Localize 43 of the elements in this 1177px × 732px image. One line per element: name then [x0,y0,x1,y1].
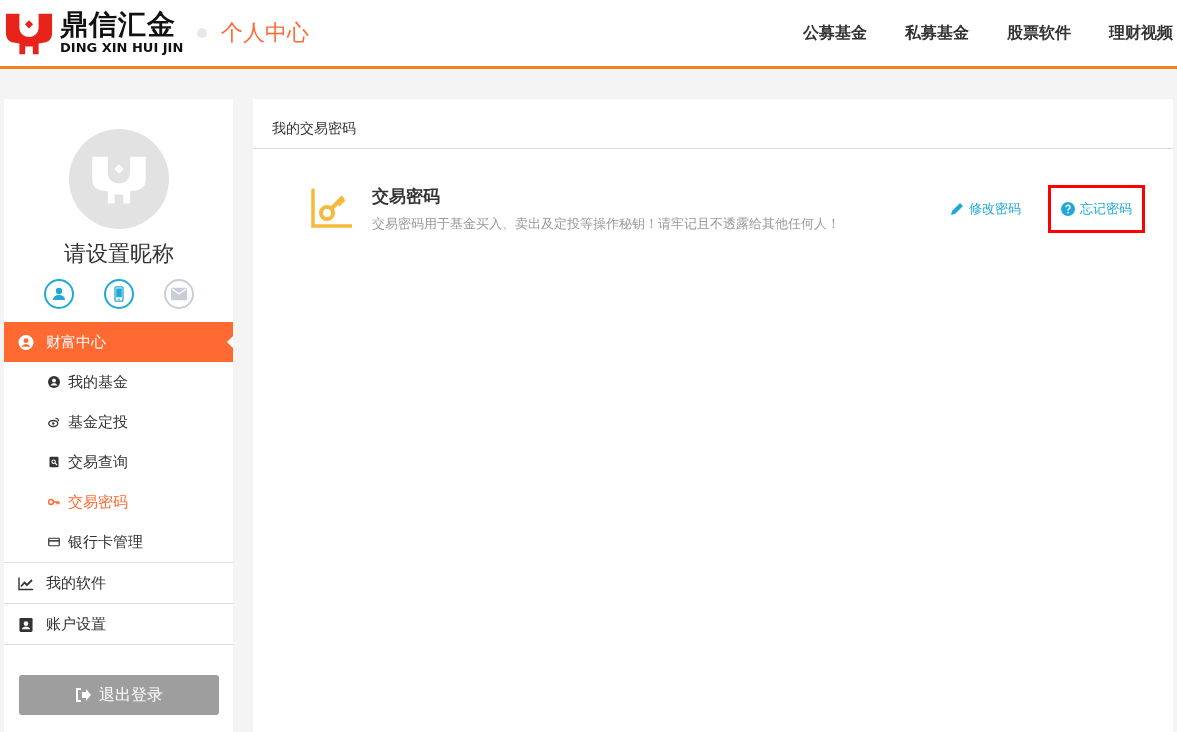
user-verify-icon[interactable] [43,279,74,309]
nav-link[interactable]: 私募基金 [905,22,969,44]
logo-subtitle: DING XIN HUI JIN [60,40,184,56]
panel-title: 我的交易密码 [253,99,1173,149]
key-icon [310,188,352,230]
user-icon [18,334,34,350]
nav-link[interactable]: 公募基金 [803,22,867,44]
submenu-item[interactable]: 我的基金 [4,362,233,402]
nav-link[interactable]: 股票软件 [1007,22,1071,44]
card-title: 交易密码 [372,185,441,208]
separator-dot [197,28,208,38]
help-icon [1061,202,1075,216]
submenu-item[interactable]: 基金定投 [4,402,233,442]
pencil-icon [950,202,964,216]
contact-card-icon [18,616,34,632]
menu-label: 我的软件 [46,573,106,593]
menu-label: 财富中心 [46,332,106,352]
phone-verify-icon[interactable] [103,279,134,309]
card-icon [48,536,60,548]
key-icon [48,496,60,508]
submenu-label: 我的基金 [68,372,128,392]
logout-icon [74,688,91,702]
submenu-label: 交易查询 [68,452,128,472]
search-icon [48,456,60,468]
eye-icon [48,416,60,428]
submenu-label: 交易密码 [68,492,128,512]
submenu-label: 银行卡管理 [68,532,143,552]
submenu-item[interactable]: 银行卡管理 [4,522,233,562]
logo-icon [89,154,148,204]
nav-link[interactable]: 理财视频 [1109,22,1173,44]
submenu-label: 基金定投 [68,412,128,432]
submenu-item[interactable]: 交易查询 [4,442,233,482]
email-verify-icon[interactable] [163,279,194,309]
card-description: 交易密码用于基金买入、卖出及定投等操作秘钥！请牢记且不透露给其他任何人！ [372,216,841,233]
menu-label: 账户设置 [46,614,106,634]
section-title: 个人中心 [221,19,310,47]
chart-icon [18,575,34,591]
logo-title: 鼎信汇金 [60,10,177,40]
logo-icon [4,11,54,55]
nickname: 请设置昵称 [63,240,174,268]
menu-item[interactable]: 账户设置 [4,604,233,645]
user-icon [48,376,60,388]
menu-item[interactable]: 我的软件 [4,563,233,604]
